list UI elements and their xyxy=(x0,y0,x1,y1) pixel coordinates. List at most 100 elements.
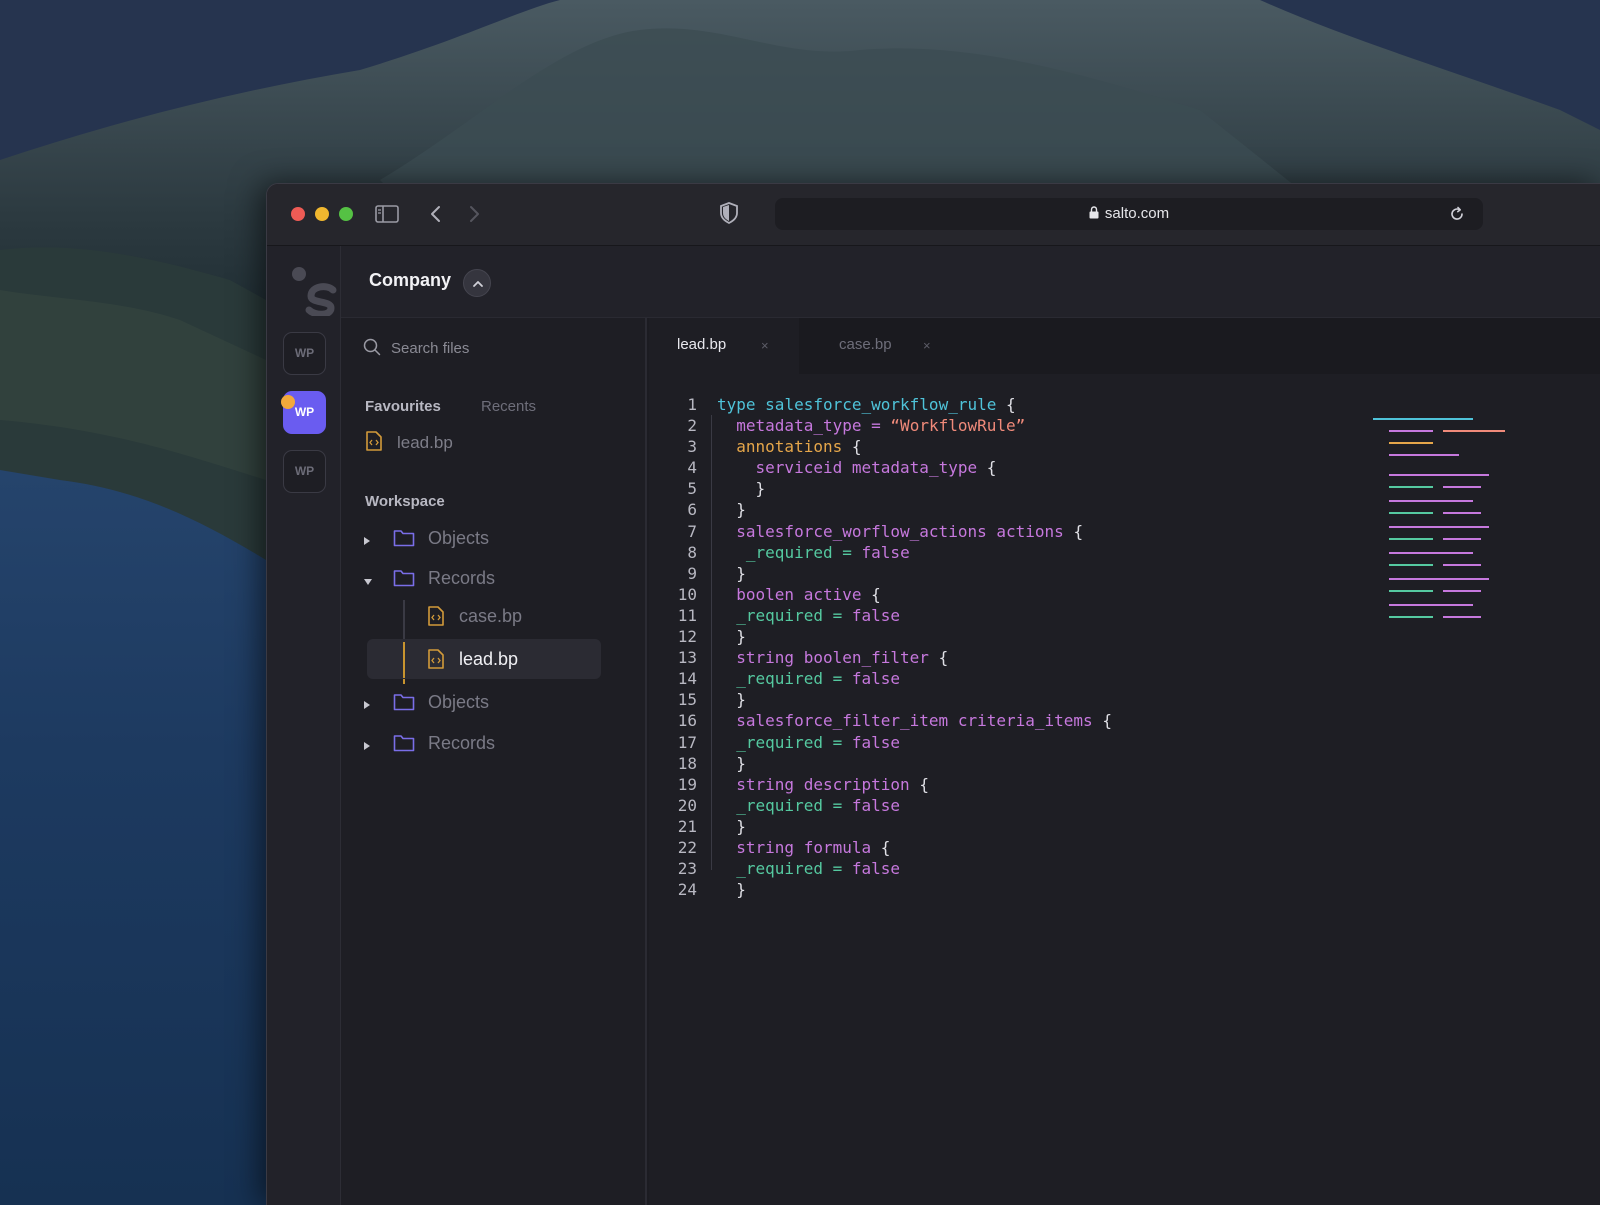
line-number: 1 xyxy=(687,395,697,414)
code-line: 10 boolen active { xyxy=(677,584,881,604)
editor-tab-bar: lead.bp × case.bp × xyxy=(649,318,1600,374)
line-number: 22 xyxy=(677,837,697,857)
tree-folder-records-expanded[interactable]: Records xyxy=(341,560,641,596)
line-number: 2 xyxy=(687,416,697,436)
close-window-button[interactable] xyxy=(291,207,305,221)
code-line: 2 metadata_type = “WorkflowRule” xyxy=(677,415,1025,436)
line-number: 11 xyxy=(677,605,697,625)
chevron-up-icon xyxy=(473,281,483,287)
tab-lead-bp[interactable]: lead.bp × xyxy=(649,318,799,374)
notification-dot xyxy=(281,395,295,409)
code-line: 11 _required = false xyxy=(677,605,901,625)
file-code-icon xyxy=(427,606,445,631)
line-number: 7 xyxy=(687,521,697,541)
workspace-button-3[interactable]: WP xyxy=(283,450,326,493)
line-number: 20 xyxy=(677,795,697,815)
code-line: 13 string boolen_filter { xyxy=(677,648,949,668)
folder-icon xyxy=(393,528,415,553)
workspace-section-title: Workspace xyxy=(365,493,445,510)
tree-guide-line-active xyxy=(403,642,405,678)
line-number: 10 xyxy=(677,584,697,604)
file-sidebar: Favourites Recents lead.bp Workspace Obj… xyxy=(341,318,647,1205)
tab-case-bp[interactable]: case.bp × xyxy=(811,318,961,374)
salto-logo xyxy=(289,264,339,321)
line-number: 24 xyxy=(677,880,697,900)
code-line: 12 } xyxy=(677,627,746,647)
tree-folder-records-2[interactable]: Records xyxy=(341,725,641,761)
app-header: Company xyxy=(341,246,1600,318)
line-number: 16 xyxy=(677,711,697,731)
line-number: 9 xyxy=(687,563,697,583)
line-number: 8 xyxy=(687,542,697,562)
code-editor: lead.bp × case.bp × 1 type salesforce_wor… xyxy=(649,318,1600,1205)
line-number: 21 xyxy=(677,816,697,836)
indent-guide xyxy=(711,415,712,870)
minimize-window-button[interactable] xyxy=(315,207,329,221)
tree-folder-label: Objects xyxy=(428,692,490,712)
line-number: 12 xyxy=(677,627,697,647)
back-arrow-icon[interactable] xyxy=(429,204,443,224)
tab-recents[interactable]: Recents xyxy=(481,398,536,415)
tree-file-label: lead.bp xyxy=(459,649,519,669)
tree-folder-label: Records xyxy=(428,568,496,588)
code-line: 17 _required = false xyxy=(677,732,901,752)
code-line: 6 } xyxy=(677,499,746,520)
code-line: 15 } xyxy=(677,690,746,710)
search-files-input[interactable] xyxy=(391,336,611,360)
forward-arrow-icon[interactable] xyxy=(467,204,481,224)
code-line: 3 annotations { xyxy=(677,436,861,457)
caret-right-icon xyxy=(363,697,371,715)
code-string: “WorkflowRule” xyxy=(890,416,1026,436)
reload-icon[interactable] xyxy=(1449,206,1465,222)
code-content[interactable]: 1 type salesforce_workflow_rule { 2 metad… xyxy=(677,394,1112,900)
tree-folder-objects-2[interactable]: Objects xyxy=(341,684,641,720)
code-line: 21 } xyxy=(677,816,746,836)
code-line: 4 serviceid metadata_type { xyxy=(677,457,996,478)
url-display[interactable]: salto.com xyxy=(775,205,1483,223)
folder-icon xyxy=(393,692,415,717)
folder-icon xyxy=(393,733,415,758)
code-line: 19 string description { xyxy=(677,774,929,794)
tab-favourites[interactable]: Favourites xyxy=(365,398,441,415)
shield-icon[interactable] xyxy=(719,202,739,224)
favourite-file-item[interactable]: lead.bp xyxy=(365,428,625,456)
code-type-name: salesforce_workflow_rule xyxy=(765,395,997,414)
code-keyword: type xyxy=(717,395,756,414)
tree-file-label: case.bp xyxy=(459,606,523,626)
maximize-window-button[interactable] xyxy=(339,207,353,221)
tree-folder-label: Records xyxy=(428,733,496,753)
lock-icon xyxy=(1089,206,1099,223)
tab-label: lead.bp xyxy=(677,336,727,353)
browser-window: salto.com WP WP WP Company Favourites Re… xyxy=(266,183,1600,1205)
line-number: 13 xyxy=(677,648,697,668)
code-line: 9 } xyxy=(677,563,746,584)
line-number: 4 xyxy=(687,458,697,478)
address-bar[interactable]: salto.com xyxy=(775,198,1483,230)
company-dropdown-button[interactable] xyxy=(463,269,491,297)
code-line: 1 type salesforce_workflow_rule { xyxy=(677,394,1015,415)
code-line: 22 string formula { xyxy=(677,837,891,857)
line-number: 5 xyxy=(687,479,697,499)
tree-file-case[interactable]: case.bp xyxy=(341,596,601,636)
file-code-icon xyxy=(427,649,445,674)
workspace-button-1[interactable]: WP xyxy=(283,332,326,375)
code-line: 20 _required = false xyxy=(677,795,901,815)
tree-folder-label: Objects xyxy=(428,528,490,548)
line-number: 19 xyxy=(677,774,697,794)
code-line: 18 } xyxy=(677,753,746,773)
line-number: 18 xyxy=(677,753,697,773)
file-code-icon xyxy=(365,431,383,456)
code-line: 8 _required = false xyxy=(677,542,909,563)
close-icon[interactable]: × xyxy=(923,338,931,353)
code-annotation: annotations xyxy=(736,437,843,457)
company-name: Company xyxy=(369,270,452,290)
tree-folder-objects[interactable]: Objects xyxy=(341,520,641,556)
caret-right-icon xyxy=(363,533,371,551)
favourite-file-label: lead.bp xyxy=(397,433,453,452)
line-number: 23 xyxy=(677,859,697,879)
code-minimap[interactable] xyxy=(1373,418,1533,638)
sidebar-toggle-icon[interactable] xyxy=(375,204,399,224)
code-line: 24 } xyxy=(677,880,746,900)
close-icon[interactable]: × xyxy=(761,338,769,353)
folder-icon xyxy=(393,568,415,593)
